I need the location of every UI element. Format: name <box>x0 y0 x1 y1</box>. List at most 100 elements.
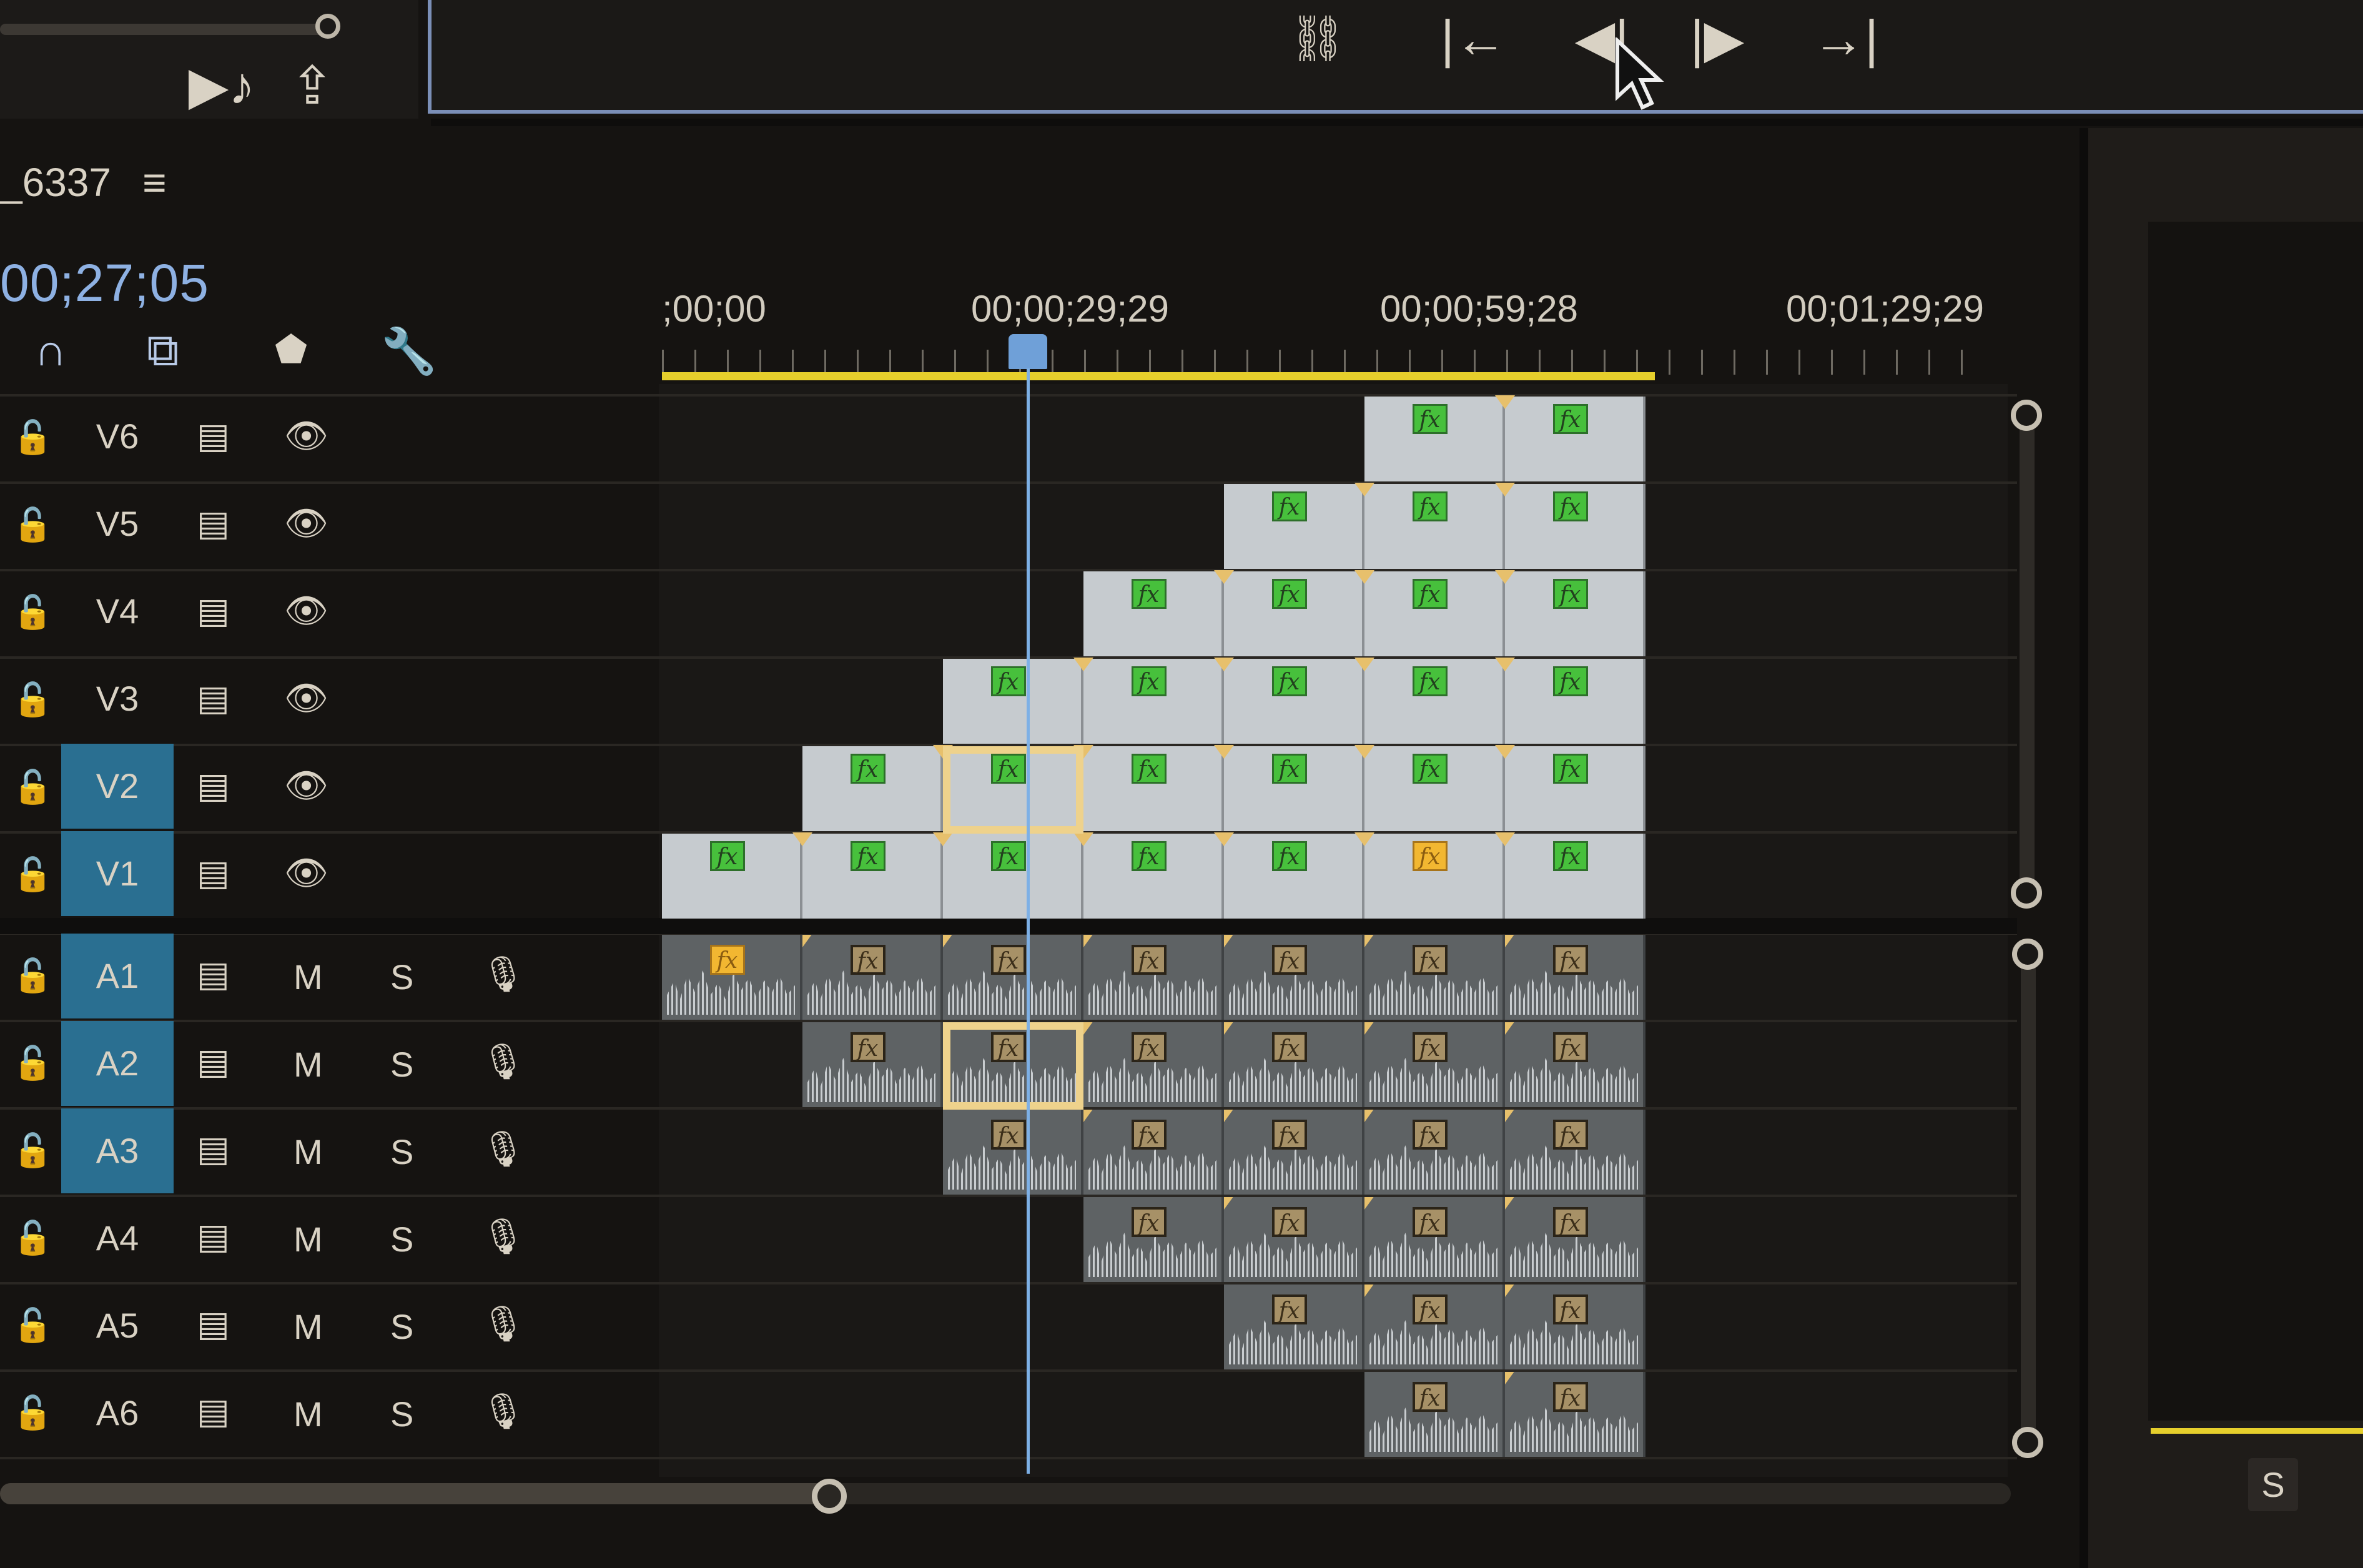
video-clip[interactable]: fx <box>792 832 943 919</box>
track-target-v5[interactable]: V5 <box>61 481 174 566</box>
timeline-settings-wrench-icon[interactable]: 🔧 <box>381 325 437 378</box>
transition-marker-icon[interactable] <box>1214 570 1234 584</box>
video-clip[interactable]: fx <box>1495 658 1645 744</box>
sync-lock-icon[interactable]: ▤ <box>197 1128 230 1170</box>
time-ruler[interactable] <box>662 350 1992 375</box>
transition-marker-icon[interactable] <box>1083 935 1093 947</box>
lock-icon[interactable]: 🔓 <box>12 1306 53 1344</box>
transition-marker-icon[interactable] <box>1495 483 1515 496</box>
transition-marker-icon[interactable] <box>1495 395 1515 409</box>
video-clip[interactable]: fx <box>1214 570 1364 656</box>
toggle-output-eye-icon[interactable]: 👁 <box>284 503 328 544</box>
go-to-out-icon[interactable]: →| <box>1808 12 1883 65</box>
track-target-v4[interactable]: V4 <box>61 569 174 654</box>
transition-marker-icon[interactable] <box>1224 1197 1234 1210</box>
lock-icon[interactable]: 🔓 <box>12 506 53 543</box>
track-target-a4[interactable]: A4 <box>61 1196 174 1281</box>
source-zoom-slider-handle[interactable] <box>315 14 340 39</box>
sync-lock-icon[interactable]: ▤ <box>197 954 230 995</box>
fx-badge-icon[interactable]: fx <box>1412 1032 1448 1062</box>
transition-marker-icon[interactable] <box>1224 935 1234 947</box>
audio-scroll-handle-bottom[interactable] <box>2012 1427 2043 1458</box>
audio-tracks-scrollbar[interactable] <box>2021 962 2036 1455</box>
fx-badge-icon[interactable]: fx <box>990 945 1026 975</box>
transition-marker-icon[interactable] <box>1354 658 1374 671</box>
fx-badge-icon[interactable]: fx <box>850 945 886 975</box>
fx-badge-icon[interactable]: fx <box>1412 1120 1448 1150</box>
fx-badge-icon[interactable]: fx <box>1412 1294 1448 1324</box>
fx-badge-icon[interactable]: fx <box>1271 1032 1307 1062</box>
fx-badge-icon[interactable]: fx <box>1131 579 1167 609</box>
snap-icon[interactable]: ∩ <box>34 325 67 376</box>
track-target-a2[interactable]: A2 <box>61 1021 174 1106</box>
sync-lock-icon[interactable]: ▤ <box>197 415 230 456</box>
video-clip[interactable]: fx <box>1214 745 1364 831</box>
audio-clip[interactable]: fx <box>1083 1197 1224 1282</box>
fx-badge-icon[interactable]: fx <box>1271 1120 1307 1150</box>
fx-badge-icon[interactable]: fx <box>1552 491 1588 521</box>
mute-button[interactable]: M <box>294 1044 323 1085</box>
video-clip[interactable]: fx <box>1354 658 1505 744</box>
transition-marker-icon[interactable] <box>1495 745 1515 759</box>
lock-icon[interactable]: 🔓 <box>12 1044 53 1082</box>
audio-clip[interactable]: fx <box>1083 1110 1224 1195</box>
video-clip[interactable]: fx <box>1073 745 1224 831</box>
transition-marker-icon[interactable] <box>1495 832 1515 846</box>
audio-clip[interactable]: fx <box>1505 935 1645 1020</box>
video-tracks-scrollbar[interactable] <box>2020 412 2035 893</box>
fx-badge-icon[interactable]: fx <box>1412 579 1448 609</box>
audio-clip[interactable]: fx <box>1505 1110 1645 1195</box>
fx-badge-icon[interactable]: fx <box>1271 579 1307 609</box>
mute-button[interactable]: M <box>294 957 323 997</box>
video-clip[interactable]: fx <box>1224 484 1364 569</box>
fx-badge-icon[interactable]: fx <box>1552 1294 1588 1324</box>
audio-clip[interactable]: fx <box>1364 935 1505 1020</box>
work-area-bar[interactable] <box>662 372 1655 380</box>
solo-button[interactable]: S <box>390 1394 413 1434</box>
timeline-zoom-handle[interactable] <box>812 1479 847 1514</box>
fx-badge-icon[interactable]: fx <box>1131 1120 1167 1150</box>
video-clip[interactable]: fx <box>662 834 802 919</box>
transition-marker-icon[interactable] <box>1505 1022 1515 1035</box>
video-clip[interactable]: fx <box>1214 658 1364 744</box>
sync-lock-icon[interactable]: ▤ <box>197 1041 230 1082</box>
sync-lock-icon[interactable]: ▤ <box>197 852 230 894</box>
sequence-menu-icon[interactable]: ≡ <box>142 159 167 206</box>
video-clip[interactable]: fx <box>1354 483 1505 569</box>
playhead-line[interactable] <box>1027 368 1030 1474</box>
voice-over-mic-icon[interactable]: 🎙 <box>481 954 525 995</box>
video-clip[interactable]: fx <box>1073 832 1224 919</box>
audio-clip[interactable]: fx <box>1224 1022 1364 1107</box>
timeline-scroll-thumb[interactable] <box>0 1483 831 1504</box>
add-marker-link-icon[interactable]: ⛓ <box>1274 12 1361 65</box>
toggle-output-eye-icon[interactable]: 👁 <box>284 415 328 456</box>
insert-audio-icon[interactable]: ▶♪ <box>187 59 256 112</box>
audio-clip[interactable]: fx <box>1505 1197 1645 1282</box>
audio-clip[interactable]: fx <box>662 935 802 1020</box>
solo-button[interactable]: S <box>390 1044 413 1085</box>
linked-selection-icon[interactable]: ⧉ <box>147 325 179 377</box>
lock-icon[interactable]: 🔓 <box>12 957 53 994</box>
mute-button[interactable]: M <box>294 1394 323 1434</box>
audio-clip[interactable]: fx <box>1083 1022 1224 1107</box>
solo-meter-button[interactable]: S <box>2248 1458 2298 1511</box>
source-zoom-slider[interactable] <box>0 24 325 35</box>
track-target-v6[interactable]: V6 <box>61 394 174 479</box>
lock-icon[interactable]: 🔓 <box>12 681 53 718</box>
video-clip[interactable]: fx <box>1495 483 1645 569</box>
fx-badge-icon[interactable]: fx <box>1271 945 1307 975</box>
fx-badge-icon[interactable]: fx <box>990 666 1026 696</box>
video-clip[interactable]: fx <box>1214 832 1364 919</box>
selected-clip-outline[interactable] <box>943 1022 1083 1110</box>
video-clip[interactable]: fx <box>1495 832 1645 919</box>
fx-badge-icon[interactable]: fx <box>1552 1120 1588 1150</box>
video-scroll-handle-top[interactable] <box>2011 400 2042 431</box>
video-clip[interactable]: fx <box>1364 397 1505 481</box>
fx-badge-icon[interactable]: fx <box>1131 945 1167 975</box>
transition-marker-icon[interactable] <box>1083 1022 1093 1035</box>
sync-lock-icon[interactable]: ▤ <box>197 1391 230 1432</box>
track-target-a3[interactable]: A3 <box>61 1108 174 1193</box>
lock-icon[interactable]: 🔓 <box>12 1132 53 1169</box>
solo-button[interactable]: S <box>390 957 413 997</box>
lock-icon[interactable]: 🔓 <box>12 1394 53 1431</box>
